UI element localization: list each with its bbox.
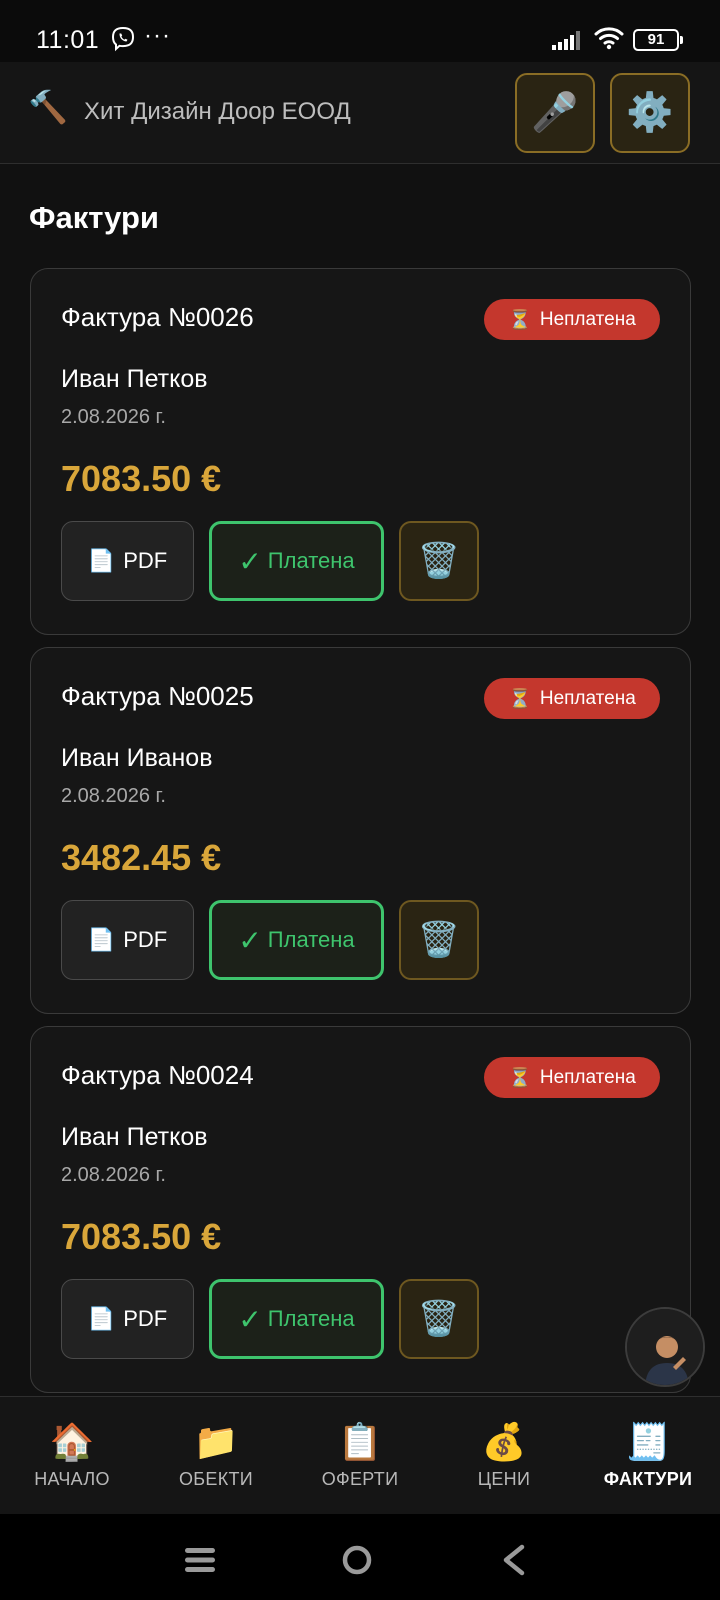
status-badge: ⏳ Неплатена [484,1057,660,1098]
invoice-amount: 7083.50 € [61,458,222,499]
bottom-navigation: 🏠 НАЧАЛО 📁 ОБЕКТИ 📋 ОФЕРТИ 💰 ЦЕНИ 🧾 ФАКТ… [0,1396,720,1514]
delete-button[interactable]: 🗑️ [399,900,479,980]
document-icon: 📄 [87,1306,116,1331]
mark-paid-button[interactable]: ✓ Платена [209,900,384,980]
pdf-button[interactable]: 📄 PDF [61,521,194,601]
checkmark-icon: ✓ [238,1303,262,1335]
system-navigation-bar [0,1514,720,1600]
back-icon[interactable] [494,1540,534,1580]
checkmark-icon: ✓ [238,924,262,956]
status-label: Неплатена [539,687,636,709]
viber-icon [111,26,135,52]
document-icon: 📄 [87,548,116,573]
client-name: Иван Петков [61,1123,208,1151]
trash-icon: 🗑️ [417,542,461,580]
app-header: 🔨 Хит Дизайн Доор ЕООД 🎤 ⚙️ [0,62,720,164]
delete-button[interactable]: 🗑️ [399,1279,479,1359]
mark-paid-label: Платена [267,548,355,573]
client-name: Иван Петков [61,365,208,393]
status-badge: ⏳ Неплатена [484,678,660,719]
invoice-date: 2.08.2026 г. [61,1164,166,1186]
nav-label: НАЧАЛО [34,1469,110,1489]
page-title: Фактури [29,200,159,235]
pdf-label: PDF [123,1306,168,1331]
invoice-date: 2.08.2026 г. [61,406,166,428]
menu-icon[interactable] [180,1540,220,1580]
voice-input-button[interactable]: 🎤 [515,73,595,153]
document-icon: 📄 [87,927,116,952]
money-bag-icon: 💰 [481,1421,527,1462]
hourglass-icon: ⏳ [508,309,532,331]
company-name: Хит Дизайн Доор ЕООД [84,98,351,125]
status-time: 11:01 [36,26,100,54]
wifi-icon [594,27,624,50]
trash-icon: 🗑️ [417,1300,461,1338]
notification-dots: ··· [144,22,171,49]
nav-item-objects[interactable]: 📁 ОБЕКТИ [144,1397,288,1515]
hammer-icon: 🔨 [28,89,68,125]
invoice-amount: 3482.45 € [61,837,222,878]
mark-paid-button[interactable]: ✓ Платена [209,1279,384,1359]
invoice-number: Фактура №0025 [61,681,254,711]
pdf-label: PDF [123,548,168,573]
client-name: Иван Иванов [61,744,213,772]
hourglass-icon: ⏳ [508,688,532,710]
nav-label: ОФЕРТИ [321,1469,399,1489]
gear-icon: ⚙️ [626,92,674,134]
pdf-label: PDF [123,927,168,952]
trash-icon: 🗑️ [417,921,461,959]
nav-label: ОБЕКТИ [178,1469,254,1489]
mark-paid-label: Платена [267,1306,355,1331]
receipt-icon: 🧾 [625,1421,671,1462]
nav-label: ЦЕНИ [477,1469,531,1489]
pdf-button[interactable]: 📄 PDF [61,900,194,980]
status-bar: 11:01 ··· 91 [0,0,720,62]
invoice-date: 2.08.2026 г. [61,785,166,807]
assistant-avatar-button[interactable] [625,1307,705,1387]
delete-button[interactable]: 🗑️ [399,521,479,601]
battery-icon: 91 [633,29,683,51]
nav-label: ФАКТУРИ [603,1469,693,1489]
signal-icon [552,31,580,50]
nav-item-prices[interactable]: 💰 ЦЕНИ [432,1397,576,1515]
invoice-number: Фактура №0024 [61,1060,254,1090]
status-label: Неплатена [539,308,636,330]
nav-item-invoices[interactable]: 🧾 ФАКТУРИ [576,1397,720,1515]
mark-paid-label: Платена [267,927,355,952]
nav-item-offers[interactable]: 📋 ОФЕРТИ [288,1397,432,1515]
folder-icon: 📁 [193,1421,239,1462]
nav-item-home[interactable]: 🏠 НАЧАЛО [0,1397,144,1515]
invoice-card: Фактура №0026 ⏳ Неплатена Иван Петков 2.… [30,268,691,635]
home-circle-icon[interactable] [337,1540,377,1580]
home-icon: 🏠 [49,1421,95,1462]
settings-button[interactable]: ⚙️ [610,73,690,153]
hourglass-icon: ⏳ [508,1067,532,1089]
invoice-card: Фактура №0024 ⏳ Неплатена Иван Петков 2.… [30,1026,691,1393]
invoice-amount: 7083.50 € [61,1216,222,1257]
invoice-number: Фактура №0026 [61,302,254,332]
avatar [627,1309,703,1385]
clipboard-icon: 📋 [337,1421,383,1462]
checkmark-icon: ✓ [238,545,262,577]
invoice-card: Фактура №0025 ⏳ Неплатена Иван Иванов 2.… [30,647,691,1014]
status-label: Неплатена [539,1066,636,1088]
pdf-button[interactable]: 📄 PDF [61,1279,194,1359]
status-badge: ⏳ Неплатена [484,299,660,340]
mark-paid-button[interactable]: ✓ Платена [209,521,384,601]
microphone-icon: 🎤 [531,92,579,134]
